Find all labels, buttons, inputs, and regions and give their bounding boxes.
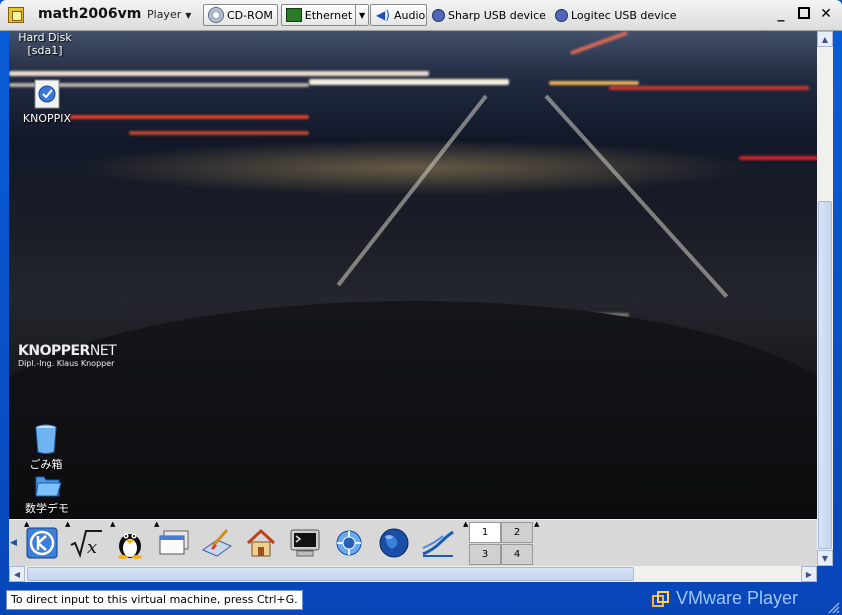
sqrt-x-icon: x [70,530,102,558]
panel-hide-arrow-icon[interactable]: ◀ [10,538,17,548]
window-list-launcher[interactable] [157,526,191,560]
desktop-pager: 1 2 3 4 [467,522,533,566]
desktop-icon-knoppix[interactable]: KNOPPIX [15,79,79,125]
light-streak [69,115,309,119]
close-icon[interactable]: ✕ [819,7,833,21]
vmware-logo-icon [652,591,669,607]
scroll-down-icon[interactable]: ▼ [817,550,833,566]
device-ethernet-button[interactable]: Ethernet ▼ [281,4,369,26]
car-hood [9,301,817,519]
road-line [336,94,488,287]
knopper-net-logo: KNOPPERNET Dipl.-Ing. Klaus Knopper [18,343,117,368]
speaker-icon: ◀) [376,8,390,22]
vertical-scrollbar[interactable]: ▲ ▼ [817,31,833,566]
vertical-scroll-thumb[interactable] [818,201,832,549]
light-streak [570,31,628,56]
terminal-icon [290,529,320,557]
applet-menu-arrow-icon[interactable]: ▲ [534,520,539,528]
light-streak [609,86,809,90]
light-streak [9,71,429,76]
penguin-icon [118,533,142,559]
pager-desktop-4[interactable]: 4 [501,544,533,565]
light-streak [549,81,639,85]
vm-title: math2006vm [38,6,142,22]
knoppix-doc-icon [34,79,60,109]
horizontal-scroll-thumb[interactable] [27,567,634,581]
web-browser-launcher[interactable] [377,526,411,560]
road-line [544,94,729,298]
pager-desktop-1[interactable]: 1 [469,522,501,543]
vmware-player-brand: VMware Player [676,588,799,608]
openoffice-launcher[interactable] [421,526,455,560]
home-folder-launcher[interactable] [244,526,278,560]
kde-panel: ◀ ▲ ▲ x ▲ ▲ ▲ 1 2 3 4 ▲ [9,519,817,567]
guest-desktop[interactable]: Hard Disk [sda1] KNOPPIX KNOPPERNET Dipl… [9,31,817,519]
desktop-settings-launcher[interactable] [200,526,234,560]
ethernet-icon [286,8,302,22]
usb-icon [432,8,445,22]
usb-icon [555,8,568,22]
vmware-app-icon [8,7,24,23]
device-audio-button[interactable]: ◀) Audio [370,4,427,26]
light-streak [739,156,817,160]
desktop-icon-hard-disk[interactable]: Hard Disk [sda1] [15,31,75,57]
device-logitec-usb-button[interactable]: Logitec USB device [551,4,677,26]
svg-text:x: x [87,537,97,558]
player-menu[interactable]: Player ▼ [147,8,191,21]
light-streak [309,79,509,85]
scroll-up-icon[interactable]: ▲ [817,31,833,47]
resize-grip-icon[interactable] [826,600,840,614]
konqueror-browser-launcher[interactable] [332,526,366,560]
horizontal-scrollbar[interactable]: ◀ ▶ [9,566,817,582]
terminal-launcher[interactable] [288,526,322,560]
device-sharp-usb-button[interactable]: Sharp USB device [428,4,546,26]
maximize-icon[interactable] [797,7,811,21]
window-list-icon [159,530,189,555]
knoppix-menu-launcher[interactable] [113,526,147,560]
light-streak [129,131,309,135]
minimize-icon[interactable]: _ [774,7,788,21]
folder-icon [35,476,62,497]
kde-icon [26,527,58,559]
chevron-down-icon: ▼ [185,11,192,20]
home-icon [246,528,276,557]
device-cdrom-button[interactable]: CD-ROM [203,4,278,26]
desktop-icon-math-demo[interactable]: 数学デモ [19,471,75,515]
cdrom-icon [208,7,224,23]
paint-brush-icon [201,529,233,557]
status-bar: To direct input to this virtual machine,… [0,584,842,615]
scroll-right-icon[interactable]: ▶ [801,566,817,582]
scroll-left-icon[interactable]: ◀ [9,566,25,582]
status-message: To direct input to this virtual machine,… [6,590,303,610]
desktop-icon-trash[interactable]: ごみ箱 [21,423,71,471]
chevron-down-icon[interactable]: ▼ [355,5,368,25]
title-bar: math2006vm Player ▼ CD-ROM Ethernet ▼ ◀) … [0,0,842,31]
trash-icon [35,424,57,454]
math-sqrt-launcher[interactable]: x [69,526,103,560]
globe-gear-icon [336,530,362,556]
kde-menu-button[interactable] [25,526,59,560]
openoffice-icon [422,530,454,557]
earth-icon [379,528,409,558]
vmware-player-window: math2006vm Player ▼ CD-ROM Ethernet ▼ ◀) … [0,0,842,615]
pager-desktop-2[interactable]: 2 [501,522,533,543]
pager-desktop-3[interactable]: 3 [469,544,501,565]
